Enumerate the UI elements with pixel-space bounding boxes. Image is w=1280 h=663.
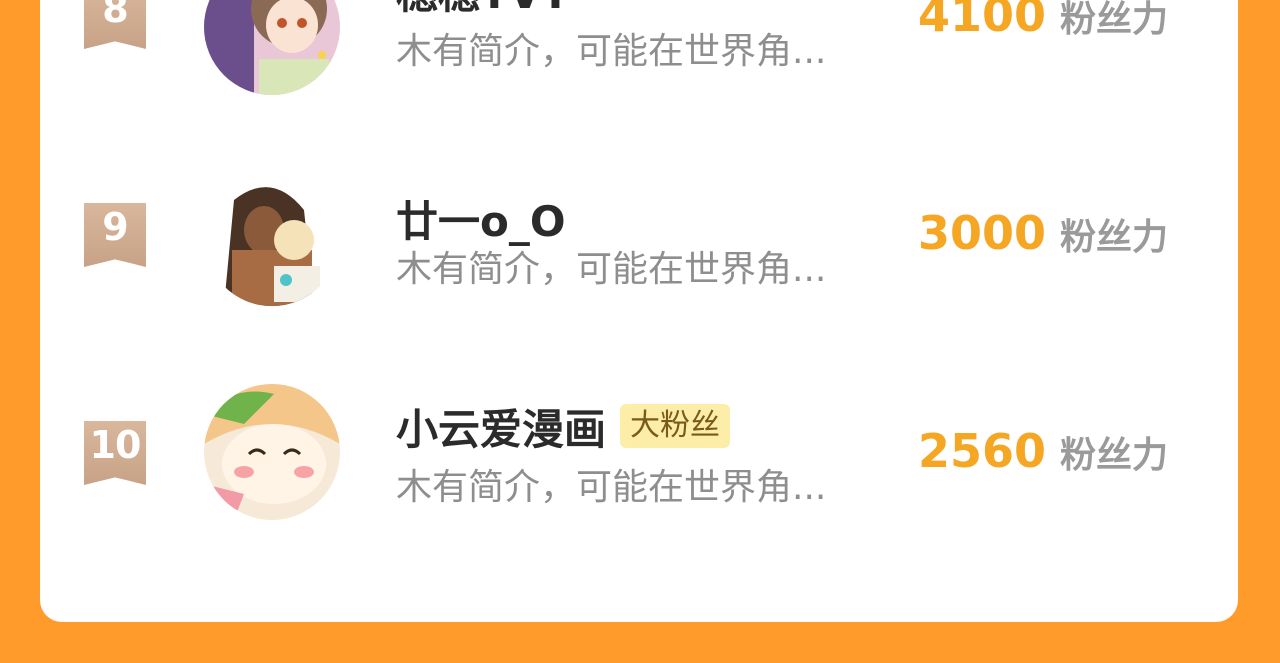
fan-power: 4100 粉丝力	[918, 0, 1168, 48]
user-bio: 木有简介，可能在世界角...	[396, 249, 827, 290]
fan-power-value: 3000	[917, 206, 1046, 260]
avatar[interactable]	[204, 384, 340, 520]
big-fan-badge: 大粉丝	[620, 404, 731, 448]
rank-ribbon-icon: 8	[84, 0, 146, 49]
avatar[interactable]	[204, 170, 340, 306]
rank-number: 9	[102, 205, 128, 249]
ranking-row[interactable]: 10 小云爱漫画 大粉丝 木有简介，可能在世界角... 2560 粉丝力	[40, 378, 1238, 520]
fan-power: 2560 粉丝力	[918, 424, 1168, 484]
avatar[interactable]	[204, 0, 340, 95]
user-name[interactable]: 小云爱漫画	[396, 396, 606, 457]
fan-power-unit: 粉丝力	[1059, 435, 1168, 476]
fan-power-unit: 粉丝力	[1059, 0, 1168, 40]
fan-power-value: 4100	[917, 0, 1046, 42]
ranking-row[interactable]: 9 廿一o_O 木有简介，可能在世界角... 3000 粉丝力	[40, 160, 1238, 306]
rank-ribbon-icon: 9	[84, 203, 146, 267]
user-bio: 木有简介，可能在世界角...	[396, 467, 827, 508]
ranking-card: 8 穗穗TVT 木有简介，可能在世界角... 4100 粉丝力	[40, 0, 1238, 622]
user-bio: 木有简介，可能在世界角...	[396, 31, 827, 72]
rank-number: 8	[102, 0, 128, 31]
user-name[interactable]: 穗穗TVT	[396, 0, 570, 21]
ranking-row[interactable]: 8 穗穗TVT 木有简介，可能在世界角... 4100 粉丝力	[40, 0, 1238, 95]
fan-power-value: 2560	[917, 424, 1046, 478]
fan-power: 3000 粉丝力	[918, 206, 1168, 266]
fan-power-unit: 粉丝力	[1059, 217, 1168, 258]
rank-ribbon-icon: 10	[84, 421, 146, 485]
rank-number: 10	[89, 423, 142, 467]
